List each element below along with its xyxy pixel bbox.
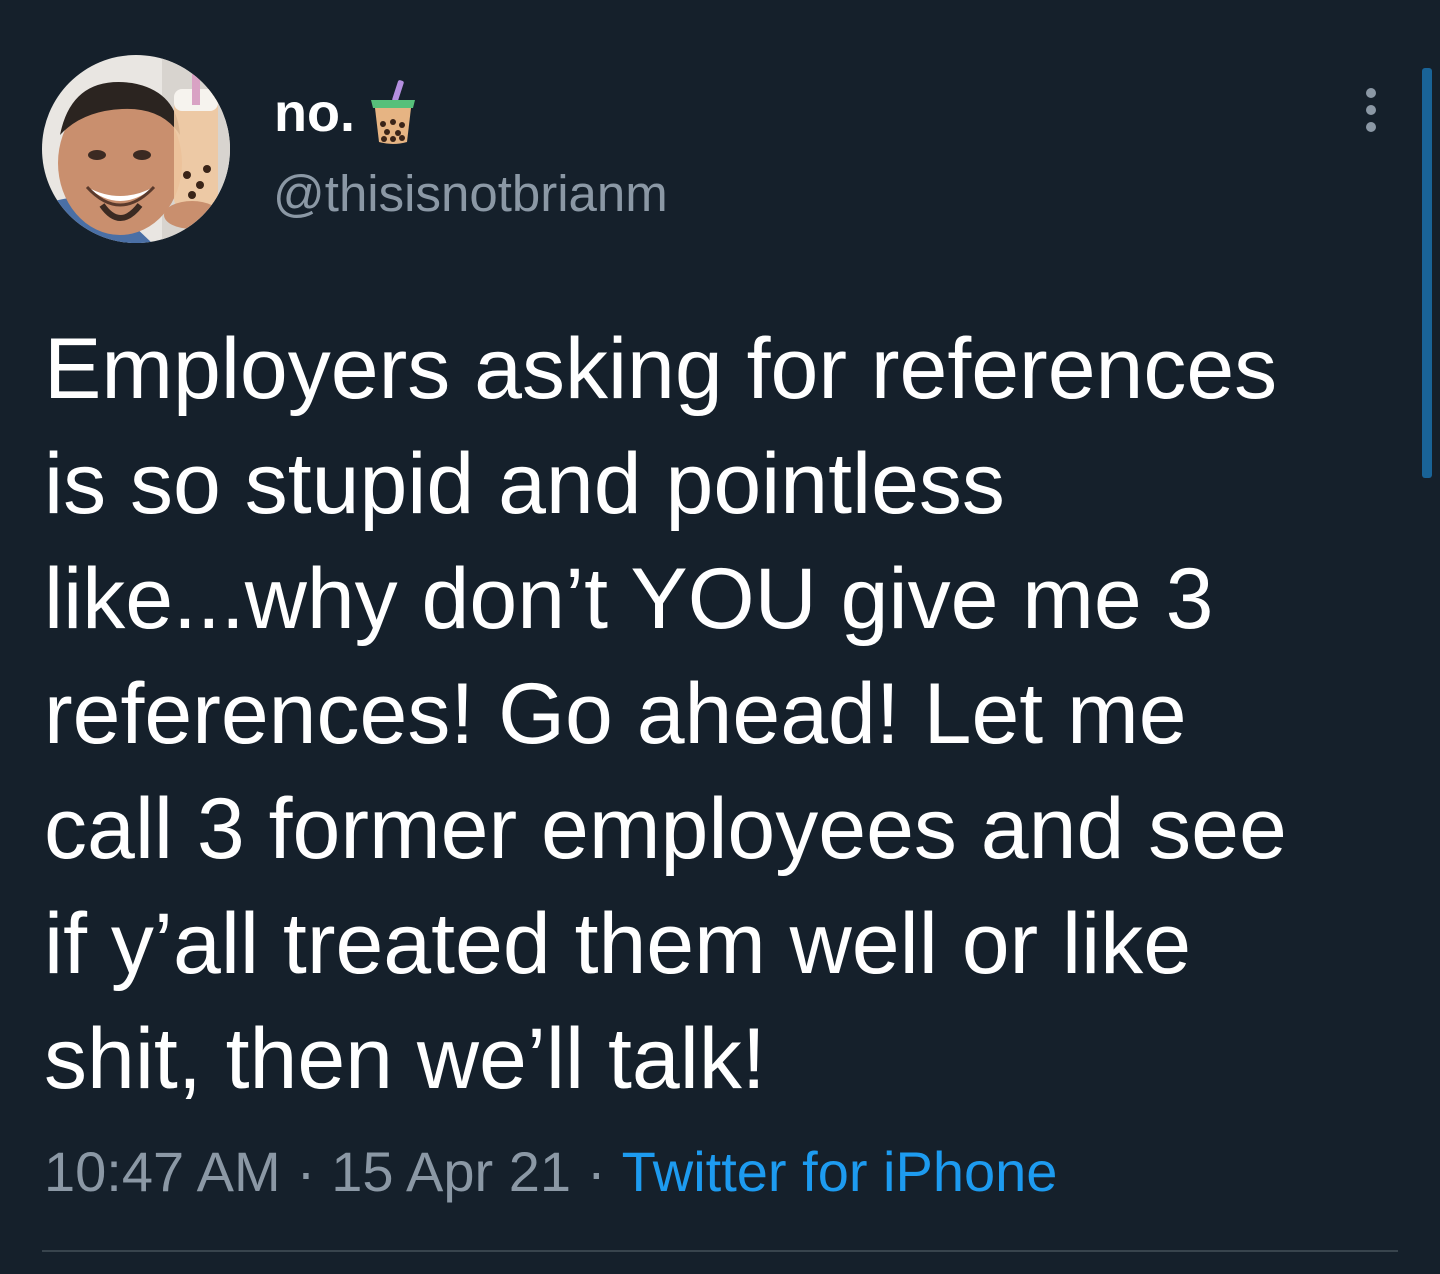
user-handle[interactable]: @thisisnotbrianm [273, 168, 668, 219]
more-vertical-icon-dot [1366, 105, 1376, 115]
tweet-text-line: references! Go ahead! Let me [44, 666, 1187, 762]
bubble-tea-icon [369, 80, 417, 146]
meta-separator: · [587, 1140, 606, 1203]
tweet-date[interactable]: 15 Apr 21 [331, 1140, 571, 1203]
tweet-metadata: 10:47 AM · 15 Apr 21 · Twitter for iPhone [44, 1140, 1057, 1204]
meta-separator: · [296, 1140, 316, 1203]
tweet-text-line: Employers asking for references [44, 321, 1278, 417]
tweet-text-line: if y’all treated them well or like [44, 896, 1192, 992]
tweet-text-line: like...why don’t YOU give me 3 [44, 551, 1214, 647]
more-options-button[interactable] [1350, 82, 1392, 138]
tweet-time[interactable]: 10:47 AM [44, 1140, 281, 1203]
tweet-text: Employers asking for references is so st… [44, 312, 1404, 1117]
more-vertical-icon [1366, 88, 1376, 98]
tweet-text-line: is so stupid and pointless [44, 436, 1005, 532]
tweet-detail-page: no. @thisisnotbrianm Employers asking fo… [0, 0, 1440, 1274]
scrollbar[interactable] [1422, 68, 1432, 478]
tweet-text-line: call 3 former employees and see [44, 781, 1287, 877]
avatar[interactable] [42, 55, 230, 243]
tweet-text-line: shit, then we’ll talk! [44, 1011, 766, 1107]
more-vertical-icon-dot [1366, 122, 1376, 132]
avatar-image [42, 55, 230, 243]
divider [42, 1250, 1398, 1252]
display-name-row[interactable]: no. [274, 80, 417, 146]
display-name[interactable]: no. [274, 86, 355, 140]
tweet-source-link[interactable]: Twitter for iPhone [622, 1140, 1058, 1203]
